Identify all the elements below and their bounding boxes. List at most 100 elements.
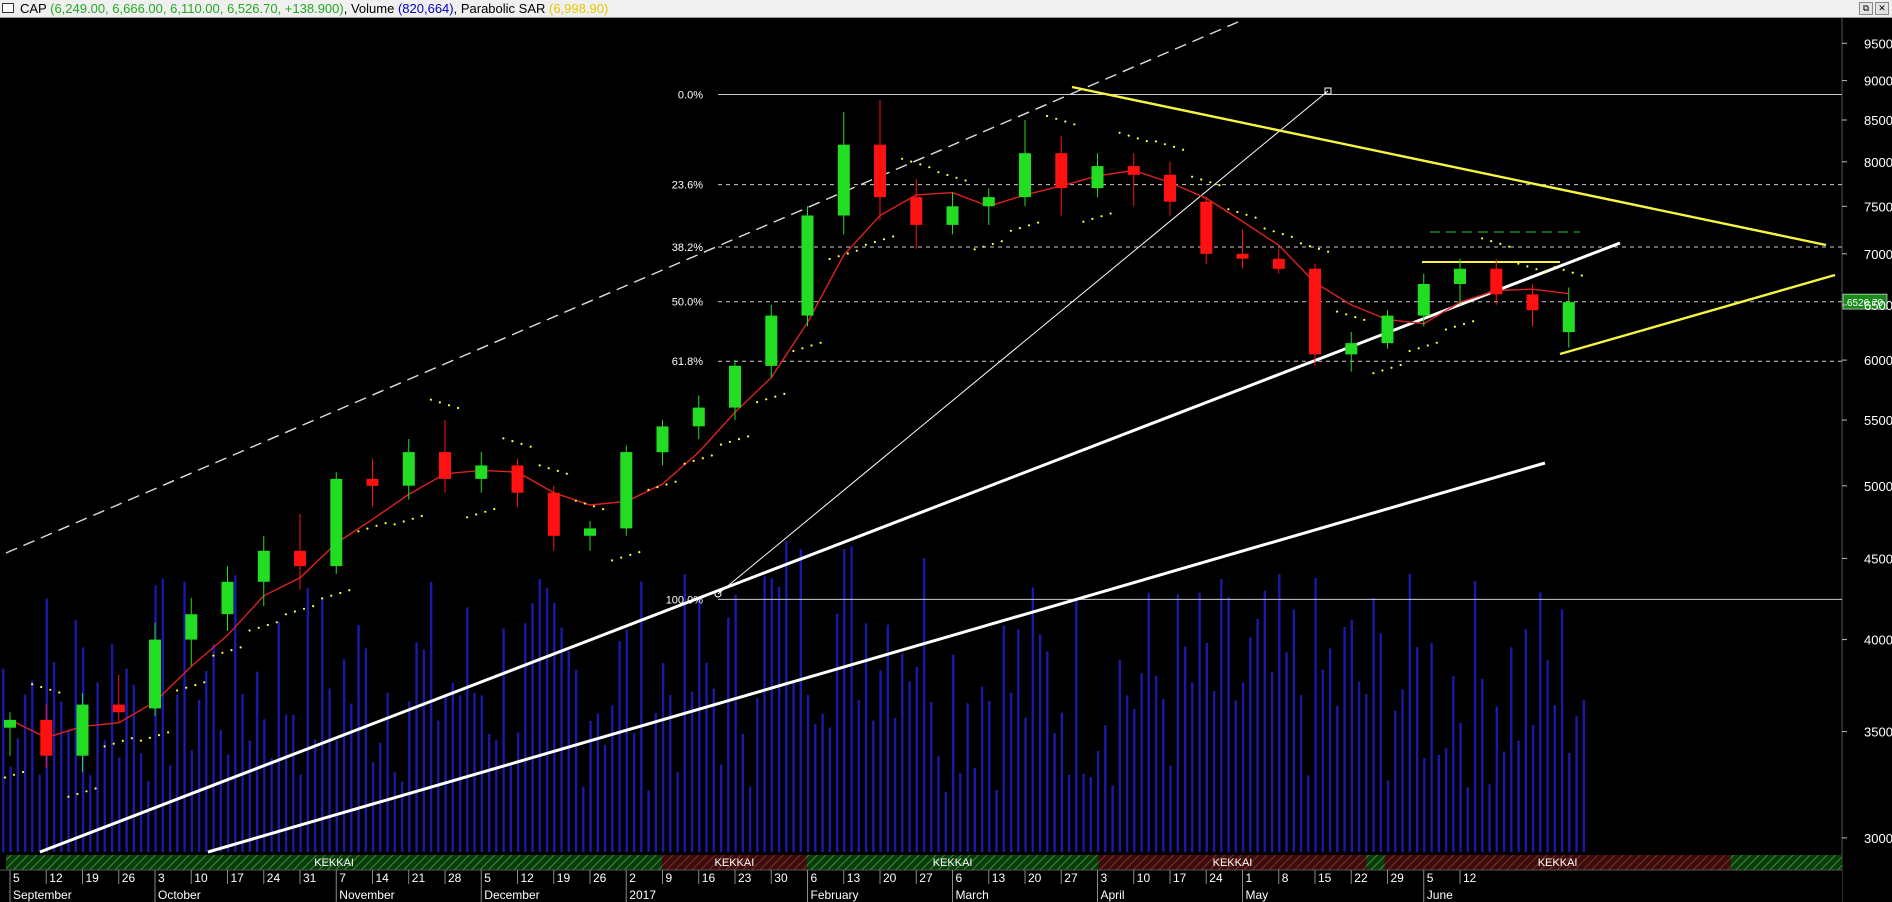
volume-bar [712,688,715,852]
volume-bar [226,754,230,852]
volume-bar [741,733,744,852]
sar-dot [76,792,79,796]
candle-body [149,639,161,709]
sar-dot [3,776,6,779]
sar-dot [1055,117,1058,120]
volume-bar [118,757,121,852]
candle-body [982,197,995,207]
volume-bar [168,765,172,852]
volume-bar [872,720,875,852]
volume-bar [995,790,998,852]
volume-bar [524,623,527,852]
volume-bar [1154,675,1158,852]
volume-bar [1220,579,1223,852]
sar-dot [1236,210,1239,214]
volume-bar [1227,597,1230,852]
volume-bar [705,662,708,852]
sar-dot [239,646,242,649]
month-tick-label: October [158,888,201,902]
kekkai-band-label: KEKKAI [715,857,755,869]
volume-bar [1038,634,1042,852]
volume-bar [408,701,411,852]
volume-bar [306,588,309,852]
volume-bar [60,701,63,852]
sar-dot [393,523,396,526]
sar-dot [1345,313,1348,316]
sar-dot [339,591,342,595]
sar-dot [611,559,614,562]
volume-bar [777,586,781,852]
day-tick-label: 13 [847,871,861,885]
volume-bar [698,600,701,852]
price-chart[interactable]: 0.0%23.6%38.2%50.0%61.8%100.0%6526.70300… [0,0,1892,902]
volume-bar [487,733,491,852]
volume-bar [234,575,237,852]
candle-body [1381,315,1394,344]
sar-dot [321,597,324,600]
day-tick-label: 5 [484,871,491,885]
day-tick-label: 20 [883,871,897,885]
volume-bar [429,581,433,852]
sar-dot [266,623,269,627]
volume-bar [255,671,259,852]
sar-dot [139,739,142,742]
candle-body [1200,201,1213,254]
sar-dot [1553,266,1556,269]
chart-window: CAP (6,249.00, 6,666.00, 6,110.00, 6,526… [0,0,1892,902]
volume-bar [1437,754,1440,852]
volume-bar [132,684,135,852]
volume-bar [1234,700,1237,852]
sar-dot [1191,175,1194,178]
sar-dot [167,731,170,734]
sar-dot [1000,240,1003,243]
volume-bar [814,723,817,852]
volume-bar [1546,660,1549,852]
volume-bar [2,668,5,852]
volume-bar [1444,748,1448,852]
candle-body [330,478,343,567]
day-tick-label: 6 [956,871,963,885]
volume-bar [103,740,106,852]
volume-bar [52,662,56,852]
sar-dot [1472,320,1475,323]
sar-dot [1209,181,1212,184]
volume-bar [313,739,317,852]
volume-bar [1075,598,1078,852]
volume-bar [893,717,897,852]
candle-body [1454,268,1466,284]
candle-body [1164,174,1176,202]
volume-bar [1249,637,1252,852]
day-tick-label: 27 [919,871,933,885]
sar-dot [1426,344,1429,347]
volume-bar [371,762,375,852]
sar-dot [1245,213,1248,216]
price-tick-label: 9000 [1864,74,1892,89]
sar-dot [774,395,777,398]
volume-bar [219,730,222,852]
kekkai-band-label: KEKKAI [933,857,973,869]
candle-body [801,215,814,316]
volume-bar [161,578,164,852]
sar-dot [946,173,949,177]
volume-bar [1096,751,1100,852]
volume-bar [509,763,512,852]
volume-bar [1539,592,1542,852]
volume-bar [1292,609,1295,852]
sar-dot [1064,120,1067,123]
day-tick-label: 20 [1028,871,1042,885]
sar-dot [1127,134,1130,137]
sar-dot [982,245,985,248]
day-tick-label: 26 [593,871,607,885]
volume-bar [444,695,447,852]
candle-body [910,197,923,225]
volume-bar [625,629,628,852]
sar-dot [529,445,532,448]
fib-level-label: 0.0% [678,90,703,102]
volume-bar [415,642,418,852]
day-tick-label: 5 [13,871,20,885]
sar-dot [1109,212,1112,215]
day-tick-label: 19 [86,871,100,885]
day-tick-label: 24 [267,871,281,885]
sar-dot [302,607,306,610]
candle-body [1417,284,1430,316]
